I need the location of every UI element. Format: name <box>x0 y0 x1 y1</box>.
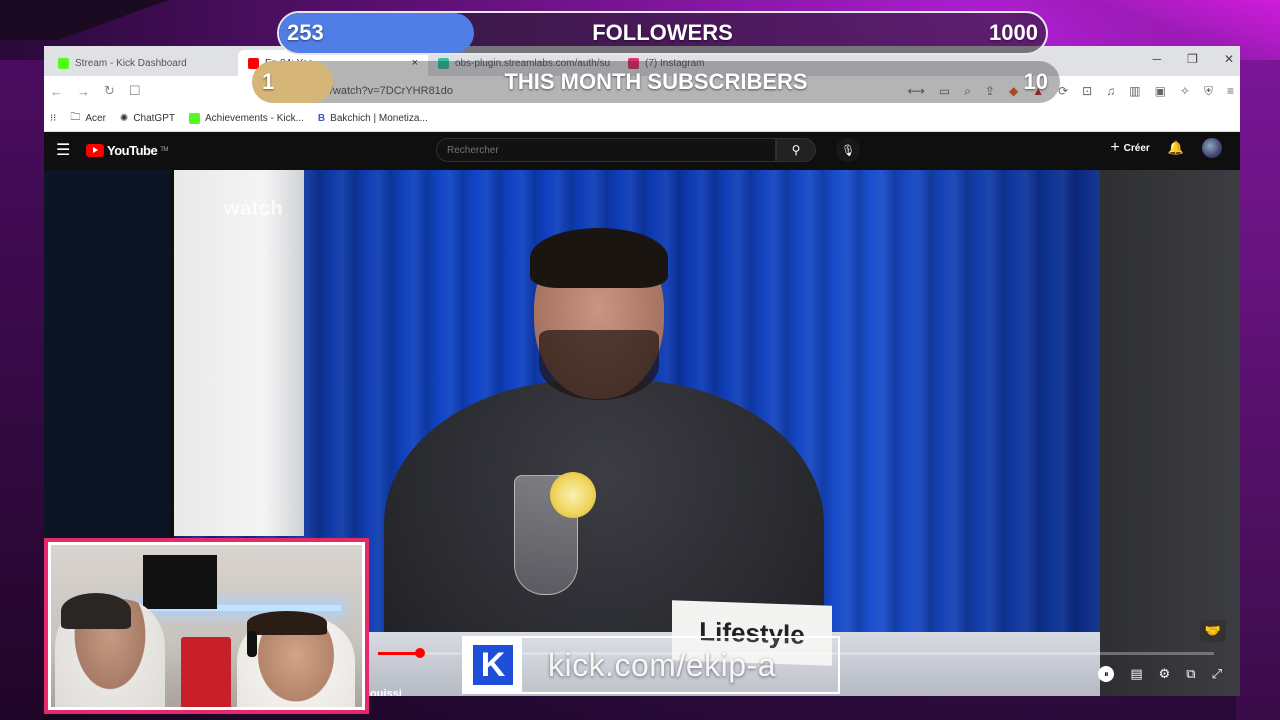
video-controls: ⏸ ▤ ⚙ ⧉ ⤢ <box>1098 666 1222 682</box>
kick-icon: K <box>473 645 513 685</box>
fullscreen-icon[interactable]: ⤢ <box>1212 666 1222 682</box>
webcam-person-left-hat <box>61 593 131 629</box>
reload-icon[interactable]: ↻ <box>104 83 115 99</box>
back-icon[interactable]: ← <box>50 84 63 99</box>
window-controls: ─ ❐ ✕ <box>1153 52 1234 66</box>
autoplay-toggle-icon[interactable]: ⏸ <box>1098 666 1115 682</box>
bookmark-kick-achievements[interactable]: Achievements - Kick... <box>189 113 304 124</box>
video-person-hair <box>530 228 668 288</box>
wallet-icon[interactable]: ▣ <box>1155 84 1166 99</box>
minimize-icon[interactable]: ─ <box>1153 52 1162 66</box>
create-label: Créer <box>1123 142 1150 154</box>
avatar[interactable] <box>1202 138 1222 158</box>
screenshot-icon[interactable]: ⊡ <box>1082 84 1092 99</box>
youtube-header: ☰ YouTube TM ⚲ 🎙 + Créer 🔔 <box>44 132 1240 168</box>
notifications-bell-icon[interactable]: 🔔 <box>1168 140 1184 156</box>
stream-frame-top-left <box>0 0 260 40</box>
menu-icon[interactable]: ≡ <box>1227 84 1234 99</box>
tab-label: Stream - Kick Dashboard <box>75 57 187 69</box>
webcam-frame <box>44 538 369 714</box>
header-actions: + Créer 🔔 <box>1110 138 1222 158</box>
webcam-feed <box>48 542 365 710</box>
vpn-icon[interactable]: ⛨ <box>1204 84 1213 99</box>
bookmark-label: Achievements - Kick... <box>205 113 304 124</box>
search-button[interactable]: ⚲ <box>776 138 816 162</box>
search-icon: ⚲ <box>791 143 801 157</box>
followers-goal-bar: 253 FOLLOWERS 1000 <box>277 11 1048 55</box>
search-container: ⚲ 🎙 <box>436 138 860 162</box>
video-progress-fill <box>378 652 420 655</box>
bookmark-label: Acer <box>85 113 106 124</box>
sidebar-icon[interactable]: ▥ <box>1129 84 1140 99</box>
kick-channel-url: kick.com/ekip-a <box>548 646 776 683</box>
youtube-logo[interactable]: YouTube TM <box>86 143 168 158</box>
webcam-headset <box>247 631 257 657</box>
restore-icon[interactable]: ❐ <box>1187 52 1198 66</box>
kick-icon <box>58 57 69 69</box>
plus-icon: + <box>1110 139 1120 156</box>
settings-gear-icon[interactable]: ⚙ <box>1159 666 1171 682</box>
channel-name[interactable]: ouissi <box>370 688 402 696</box>
youtube-play-icon <box>86 143 104 157</box>
microphone-icon: 🎙 <box>841 144 855 157</box>
webcam-tv <box>143 555 217 609</box>
create-button[interactable]: + Créer <box>1110 139 1149 157</box>
leo-icon[interactable]: ✧ <box>1180 84 1190 99</box>
video-watermark: watch <box>224 198 284 220</box>
bookmark-icon[interactable]: ☐ <box>129 83 141 99</box>
handshake-icon[interactable]: 🤝 <box>1200 620 1226 642</box>
youtube-logo-tm: TM <box>160 147 168 153</box>
subscribers-title: THIS MONTH SUBSCRIBERS <box>504 69 808 94</box>
music-icon[interactable]: ♫ <box>1106 84 1115 99</box>
voice-search-button[interactable]: 🎙 <box>836 138 860 162</box>
bookmark-bakchich[interactable]: B Bakchich | Monetiza... <box>318 113 428 124</box>
video-studio-wall <box>174 170 304 536</box>
chatgpt-icon: ✺ <box>119 113 129 124</box>
subscribers-goal-bar: 1 THIS MONTH SUBSCRIBERS 10 <box>252 61 1060 103</box>
miniplayer-icon[interactable]: ⧉ <box>1186 666 1195 682</box>
bookmark-label: Bakchich | Monetiza... <box>330 113 428 124</box>
video-person-beard <box>539 330 659 400</box>
kick-icon <box>189 113 200 124</box>
webcam-person-right-hair <box>247 611 327 635</box>
forward-icon[interactable]: → <box>77 84 90 99</box>
kick-logo: K <box>464 638 522 692</box>
youtube-logo-text: YouTube <box>107 142 158 158</box>
search-input[interactable] <box>436 138 776 162</box>
kick-channel-banner: K kick.com/ekip-a <box>462 636 840 694</box>
stream-frame-left <box>0 60 44 720</box>
bookmarks-bar: ⁝⁝ 🗀 Acer ✺ ChatGPT Achievements - Kick.… <box>44 106 1240 132</box>
video-lemon-slice <box>550 472 596 518</box>
apps-icon[interactable]: ⁝⁝ <box>50 113 56 124</box>
stream-frame-right <box>1236 60 1280 720</box>
tab-kick-dashboard[interactable]: Stream - Kick Dashboard <box>48 50 238 76</box>
webcam-flag <box>181 637 231 707</box>
followers-goal: 1000 <box>989 20 1038 45</box>
bakchich-icon: B <box>317 113 326 124</box>
followers-title: FOLLOWERS <box>592 20 733 45</box>
bookmark-acer[interactable]: 🗀 Acer <box>70 110 106 127</box>
subtitles-icon[interactable]: ▤ <box>1130 666 1142 682</box>
bookmark-label: ChatGPT <box>133 113 175 124</box>
hamburger-menu-icon[interactable]: ☰ <box>56 140 86 160</box>
video-scrubber-handle[interactable] <box>414 648 425 658</box>
video-side-panel <box>1100 170 1240 696</box>
subscribers-goal: 10 <box>1023 69 1048 94</box>
close-window-icon[interactable]: ✕ <box>1224 52 1234 66</box>
folder-icon: 🗀 <box>70 112 81 123</box>
bookmark-chatgpt[interactable]: ✺ ChatGPT <box>120 113 175 124</box>
